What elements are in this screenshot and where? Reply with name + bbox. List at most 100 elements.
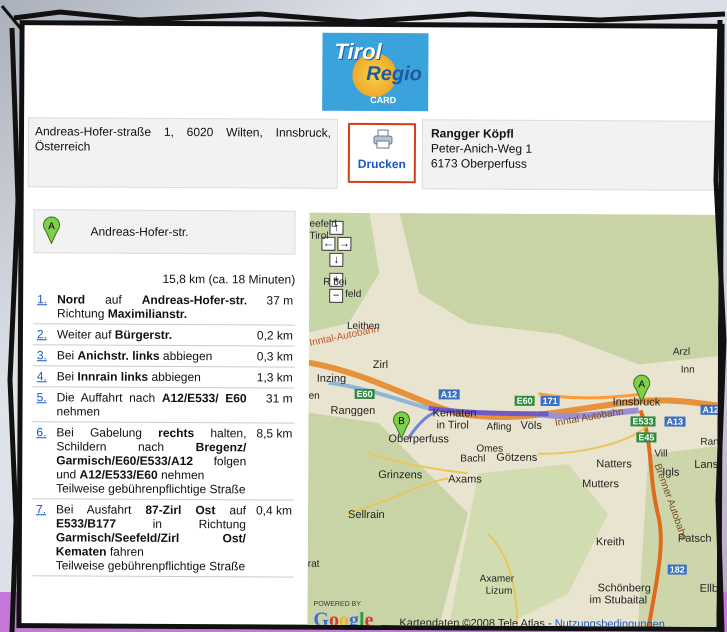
direction-step: 5. Die Auffahrt nach A12/E533/ E60 nehmen… xyxy=(32,387,295,424)
route-summary: 15,8 km (ca. 18 Minuten) xyxy=(162,271,296,287)
map-label: Mutters xyxy=(582,478,619,491)
map-label: Axams xyxy=(448,473,482,486)
map-label: Arzl xyxy=(672,346,691,358)
print-button-label: Drucken xyxy=(357,156,406,172)
road-shield: 171 xyxy=(540,395,560,406)
step-distance: 0,2 km xyxy=(256,328,293,343)
map-label: Sellrain xyxy=(347,508,385,522)
map-label: Ranggen xyxy=(330,404,376,418)
route-map[interactable]: ↑ ← → ↓ + − eefeld Tirol R bei feld Leit… xyxy=(307,212,725,632)
map-label: Völs xyxy=(520,419,542,432)
step-distance: 8,5 km xyxy=(256,426,293,441)
step-distance: 37 m xyxy=(266,293,294,308)
pan-right-button[interactable]: → xyxy=(337,236,352,251)
map-label: in Tirol xyxy=(436,419,469,432)
map-label: eefeld xyxy=(309,218,337,230)
step-distance: 0,3 km xyxy=(256,349,293,364)
step-text: Nord auf Andreas-Hofer-str. Richtung Max… xyxy=(57,292,248,322)
map-label: Rans xyxy=(700,436,724,448)
direction-step: 2. Weiter auf Bürgerstr. 0,2 km xyxy=(32,324,296,347)
map-label: Axamer xyxy=(479,573,515,585)
map-label: Vill xyxy=(654,448,668,460)
map-label: Inzing xyxy=(316,372,347,385)
road-shield: A12 xyxy=(438,389,460,400)
svg-text:A: A xyxy=(48,221,55,232)
step-text: Bei Anichstr. links abbiegen xyxy=(56,348,213,364)
map-label: Kreith xyxy=(595,536,625,549)
zoom-out-button[interactable]: − xyxy=(329,288,344,303)
step-distance: 31 m xyxy=(265,391,293,406)
step-text: Bei Gabelung rechts halten, Schildern na… xyxy=(56,425,247,497)
map-label: Götzens xyxy=(496,451,538,464)
logo-text-1: Tirol xyxy=(334,38,382,65)
svg-text:B: B xyxy=(398,416,405,427)
directions-panel: A Andreas-Hofer-str. 15,8 km (ca. 18 Min… xyxy=(25,209,297,630)
step-text: Die Auffahrt nach A12/E533/ E60 nehmen xyxy=(56,390,247,419)
map-label: Natters xyxy=(596,458,632,471)
step-number-link[interactable]: 4. xyxy=(37,369,47,383)
map-label: Ellb xyxy=(699,582,719,595)
map-label: Grinzens xyxy=(378,469,423,482)
map-label: im Stubaital xyxy=(589,594,648,607)
map-label: en xyxy=(308,390,320,402)
map-canvas xyxy=(307,212,725,632)
from-address: Andreas-Hofer-straße 1, 6020 Wilten, Inn… xyxy=(27,117,339,189)
map-label: R bei xyxy=(323,276,347,288)
step-text: Bei Innrain links abbiegen xyxy=(56,369,201,385)
road-shield: E60 xyxy=(514,395,535,406)
step-number-link[interactable]: 7. xyxy=(36,502,46,516)
road-shield: E533 xyxy=(630,416,656,427)
direction-step: 6. Bei Gabelung rechts halten, Schildern … xyxy=(32,422,295,501)
map-label: Kematen xyxy=(432,407,477,420)
address-row: Andreas-Hofer-straße 1, 6020 Wilten, Inn… xyxy=(27,117,725,197)
map-copyright: Kartendaten ©2008 Tele Atlas - Nutzungsb… xyxy=(399,617,664,630)
step-number-link[interactable]: 3. xyxy=(37,348,47,362)
powered-by-label: POWERED BY xyxy=(313,600,362,608)
print-button[interactable]: Drucken xyxy=(347,122,417,184)
step-text: Bei Ausfahrt 87-Zirl Ost auf E533/B177 i… xyxy=(55,502,247,574)
map-label: Tirol xyxy=(309,230,329,242)
start-label: Andreas-Hofer-str. xyxy=(90,224,189,240)
logo-text-2: Regio xyxy=(366,62,422,86)
marker-a-icon[interactable]: A xyxy=(633,374,651,403)
step-distance: 0,4 km xyxy=(255,503,293,518)
map-label: feld xyxy=(345,288,362,300)
step-distance: 1,3 km xyxy=(256,370,293,385)
map-label: Lans xyxy=(694,458,719,471)
printer-icon xyxy=(373,129,393,149)
directions-steps: 1. Nord auf Andreas-Hofer-str. Richtung M… xyxy=(31,289,296,578)
to-name: Rangger Köpfl xyxy=(430,126,514,141)
google-logo[interactable]: Google xyxy=(313,609,373,632)
map-label: Inn xyxy=(680,364,695,376)
terms-link[interactable]: Nutzungsbedingungen xyxy=(555,618,665,631)
step-number-link[interactable]: 2. xyxy=(37,327,47,341)
page-frame: Tirol Regio CARD Andreas-Hofer-straße 1,… xyxy=(16,20,725,632)
step-number-link[interactable]: 5. xyxy=(37,390,47,404)
copyright-text: Kartendaten ©2008 Tele Atlas - xyxy=(399,617,555,630)
map-label: Schönberg xyxy=(597,582,651,595)
map-label: Bachl xyxy=(460,453,486,465)
direction-step: 4. Bei Innrain links abbiegen 1,3 km xyxy=(32,366,295,389)
step-number-link[interactable]: 1. xyxy=(37,292,47,306)
road-shield: E60 xyxy=(354,388,375,400)
start-location: A Andreas-Hofer-str. xyxy=(33,209,296,255)
to-street: Peter-Anich-Weg 1 xyxy=(430,141,533,156)
pan-down-button[interactable]: ↓ xyxy=(329,252,344,267)
direction-step: 3. Bei Anichstr. links abbiegen 0,3 km xyxy=(32,345,295,368)
map-label: Afling xyxy=(486,421,512,433)
tirol-regio-card-logo: Tirol Regio CARD xyxy=(322,32,429,112)
svg-text:A: A xyxy=(638,379,645,390)
to-city: 6173 Oberperfuss xyxy=(430,156,527,171)
step-number-link[interactable]: 6. xyxy=(36,425,46,439)
map-label: Lizum xyxy=(485,585,513,597)
logo-text-3: CARD xyxy=(370,94,397,106)
to-address: Rangger Köpfl Peter-Anich-Weg 1 6173 Obe… xyxy=(421,119,725,191)
direction-step: 7. Bei Ausfahrt 87-Zirl Ost auf E533/B177… xyxy=(31,499,295,578)
road-shield: A12 xyxy=(700,404,722,415)
marker-b-icon[interactable]: B xyxy=(392,411,410,440)
map-label: Zirl xyxy=(372,359,389,372)
road-shield: E45 xyxy=(636,432,657,443)
map-label: rat xyxy=(307,558,320,570)
road-shield: A13 xyxy=(664,416,686,427)
step-text: Weiter auf Bürgerstr. xyxy=(56,327,173,342)
